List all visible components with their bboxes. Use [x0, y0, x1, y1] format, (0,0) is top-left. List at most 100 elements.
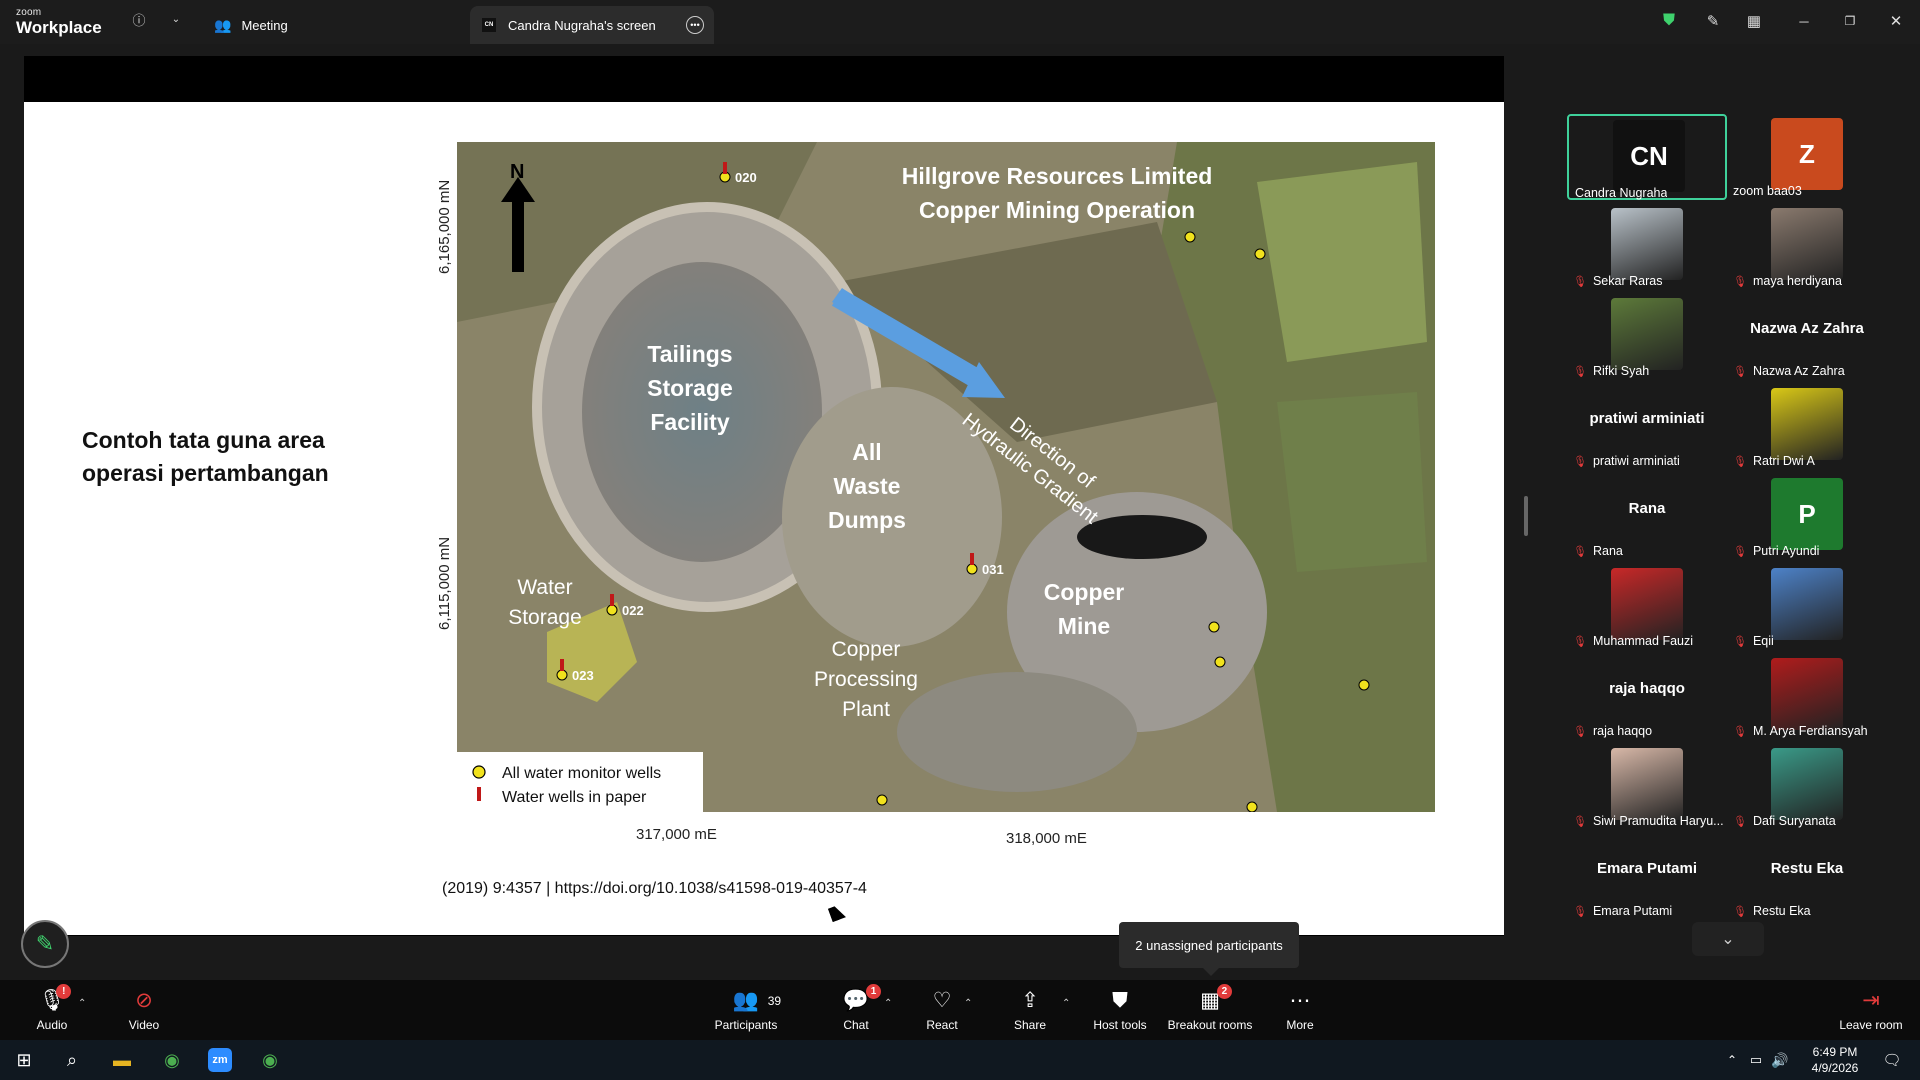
participant-tile[interactable]: 🎙 Rifki Syah — [1567, 294, 1727, 380]
participant-display-name: Nazwa Az Zahra — [1750, 320, 1864, 337]
leave-room-button[interactable]: ⇥ Leave room — [1834, 980, 1908, 1040]
participant-tile[interactable]: Nazwa Az Zahra 🎙 Nazwa Az Zahra — [1727, 294, 1887, 380]
participant-tile[interactable]: 🎙 Ratri Dwi A — [1727, 384, 1887, 470]
zoom-app-icon[interactable]: zm — [196, 1040, 244, 1080]
participant-tile[interactable]: 🎙 maya herdiyana — [1727, 204, 1887, 290]
tab-shared-screen[interactable]: CN Candra Nugraha's screen ••• — [470, 6, 714, 44]
participant-tile[interactable]: CN Candra Nugraha — [1567, 114, 1727, 200]
notifications-icon[interactable]: 🗨 — [1872, 1040, 1912, 1080]
annotate-pen-icon[interactable]: ✎ — [1702, 10, 1724, 32]
host-tools-label: Host tools — [1093, 1018, 1147, 1032]
tray-chevron-icon[interactable]: ⌃ — [1720, 1040, 1744, 1080]
microphone-icon: 🎙! — [39, 984, 72, 1014]
participant-tile[interactable]: 🎙 Eqii — [1727, 564, 1887, 650]
volume-icon[interactable]: 🔊 — [1768, 1040, 1792, 1080]
participant-name: 🎙 Putri Ayundi — [1733, 544, 1819, 558]
x-axis-right-label: 318,000 mE — [1006, 830, 1087, 847]
legend-all-wells: All water monitor wells — [502, 765, 661, 782]
audio-options-caret[interactable]: ⌃ — [78, 998, 86, 1009]
copper-mine-label-1: Copper — [1044, 579, 1125, 605]
video-off-icon: ⊘ — [135, 989, 153, 1012]
participant-tile[interactable]: P 🎙 Putri Ayundi — [1727, 474, 1887, 560]
participant-tile[interactable]: pratiwi arminiati 🎙 pratiwi arminiati — [1567, 384, 1727, 470]
participants-count: 39 — [767, 994, 782, 1008]
participants-button[interactable]: 👥 39 Participants — [710, 980, 782, 1040]
participant-name-text: Rifki Syah — [1592, 364, 1650, 378]
breakout-tooltip: 2 unassigned participants — [1119, 922, 1299, 976]
participant-tile[interactable]: Zzoom baa03 — [1727, 114, 1887, 200]
well-022-label: 022 — [622, 603, 644, 618]
gallery-scroll-down-button[interactable]: ⌄ — [1692, 922, 1764, 956]
chat-badge: 1 — [866, 984, 882, 999]
participant-name-text: zoom baa03 — [1733, 184, 1802, 198]
well-020-label: 020 — [735, 170, 757, 185]
gallery-resize-handle[interactable] — [1524, 496, 1528, 536]
chrome-icon[interactable]: ◉ — [148, 1040, 196, 1080]
participant-tile[interactable]: 🎙 Sekar Raras — [1567, 204, 1727, 290]
processing-label-1: Copper — [832, 638, 901, 661]
annotate-button[interactable]: ✎ — [21, 920, 69, 968]
windows-start-icon[interactable]: ⊞ — [0, 1040, 48, 1080]
react-button[interactable]: ♡ React — [924, 980, 960, 1040]
chat-button[interactable]: 💬 1 Chat — [838, 980, 882, 1040]
share-button[interactable]: ⇪ Share — [1012, 980, 1048, 1040]
participants-icon: 👥 39 — [732, 989, 782, 1012]
brand-bottom: Workplace — [16, 18, 102, 37]
participant-tile[interactable]: Restu Eka 🎙 Restu Eka — [1727, 834, 1887, 920]
participant-name: 🎙 maya herdiyana — [1733, 274, 1842, 288]
participant-name-text: M. Arya Ferdiansyah — [1752, 724, 1868, 738]
y-axis-bottom-label: 6,115,000 mN — [436, 536, 453, 630]
network-icon[interactable]: ▭ — [1744, 1040, 1768, 1080]
clock-time: 6:49 PM — [1812, 1045, 1858, 1059]
avatar — [1771, 748, 1843, 820]
audio-button[interactable]: 🎙! Audio — [30, 980, 74, 1040]
participant-tile[interactable]: raja haqqo 🎙 raja haqqo — [1567, 654, 1727, 740]
restore-icon[interactable]: ❐ — [1839, 10, 1861, 32]
search-icon[interactable]: ⌕ — [48, 1040, 96, 1080]
participant-name: 🎙 Dafi Suryanata — [1733, 814, 1836, 828]
participant-name-text: Emara Putami — [1592, 904, 1673, 918]
participant-name: 🎙 M. Arya Ferdiansyah — [1733, 724, 1868, 738]
audio-label: Audio — [36, 1018, 68, 1032]
info-icon[interactable]: ⓘ — [128, 8, 150, 30]
waste-label-3: Dumps — [828, 507, 906, 533]
participant-name: 🎙 Sekar Raras — [1573, 274, 1662, 288]
processing-label-2: Processing — [814, 668, 918, 691]
tab-meeting[interactable]: 👥 Meeting — [214, 6, 288, 44]
avatar — [1611, 748, 1683, 820]
participant-tile[interactable]: 🎙 Dafi Suryanata — [1727, 744, 1887, 830]
participant-tile[interactable]: Emara Putami 🎙 Emara Putami — [1567, 834, 1727, 920]
muted-mic-icon: 🎙 — [1573, 725, 1587, 738]
minimize-icon[interactable]: ─ — [1793, 10, 1815, 32]
host-tools-button[interactable]: ⛊ Host tools — [1088, 980, 1152, 1040]
pencil-icon: ✎ — [35, 931, 55, 956]
participant-tile[interactable]: 🎙 Muhammad Fauzi — [1567, 564, 1727, 650]
participant-name-text: Restu Eka — [1752, 904, 1811, 918]
video-button[interactable]: ⊘ Video — [122, 980, 166, 1040]
participant-name-text: Sekar Raras — [1592, 274, 1663, 288]
more-options-icon[interactable]: ••• — [686, 16, 704, 34]
participant-display-name: Emara Putami — [1596, 860, 1698, 877]
layout-icon[interactable]: ▦ — [1743, 10, 1765, 32]
more-icon: ⋯ — [1289, 989, 1311, 1012]
participant-tile[interactable]: 🎙 M. Arya Ferdiansyah — [1727, 654, 1887, 740]
video-label: Video — [128, 1018, 160, 1032]
breakout-badge: 2 — [1216, 984, 1232, 999]
muted-mic-icon: 🎙 — [1573, 635, 1587, 648]
participant-name-text: Nazwa Az Zahra — [1752, 364, 1845, 378]
system-clock[interactable]: 6:49 PM 4/9/2026 — [1800, 1044, 1870, 1076]
chat-options-caret[interactable]: ⌃ — [884, 998, 892, 1009]
breakout-rooms-button[interactable]: ▦ 2 Breakout rooms — [1164, 980, 1256, 1040]
share-options-caret[interactable]: ⌃ — [1062, 998, 1070, 1009]
participants-label: Participants — [714, 1018, 778, 1032]
more-button[interactable]: ⋯ More — [1280, 980, 1320, 1040]
participant-tile[interactable]: Rana 🎙 Rana — [1567, 474, 1727, 560]
react-options-caret[interactable]: ⌃ — [964, 998, 972, 1009]
chevron-down-icon[interactable]: ⌄ — [165, 8, 187, 30]
close-icon[interactable]: ✕ — [1885, 10, 1907, 32]
shield-icon[interactable]: ⛊ — [1658, 10, 1680, 32]
chrome-active-icon[interactable]: ◉ — [246, 1040, 294, 1080]
participant-tile[interactable]: 🎙 Siwi Pramudita Haryu... — [1567, 744, 1727, 830]
file-explorer-icon[interactable]: ▬ — [98, 1040, 146, 1080]
water-label-2: Storage — [508, 606, 582, 629]
